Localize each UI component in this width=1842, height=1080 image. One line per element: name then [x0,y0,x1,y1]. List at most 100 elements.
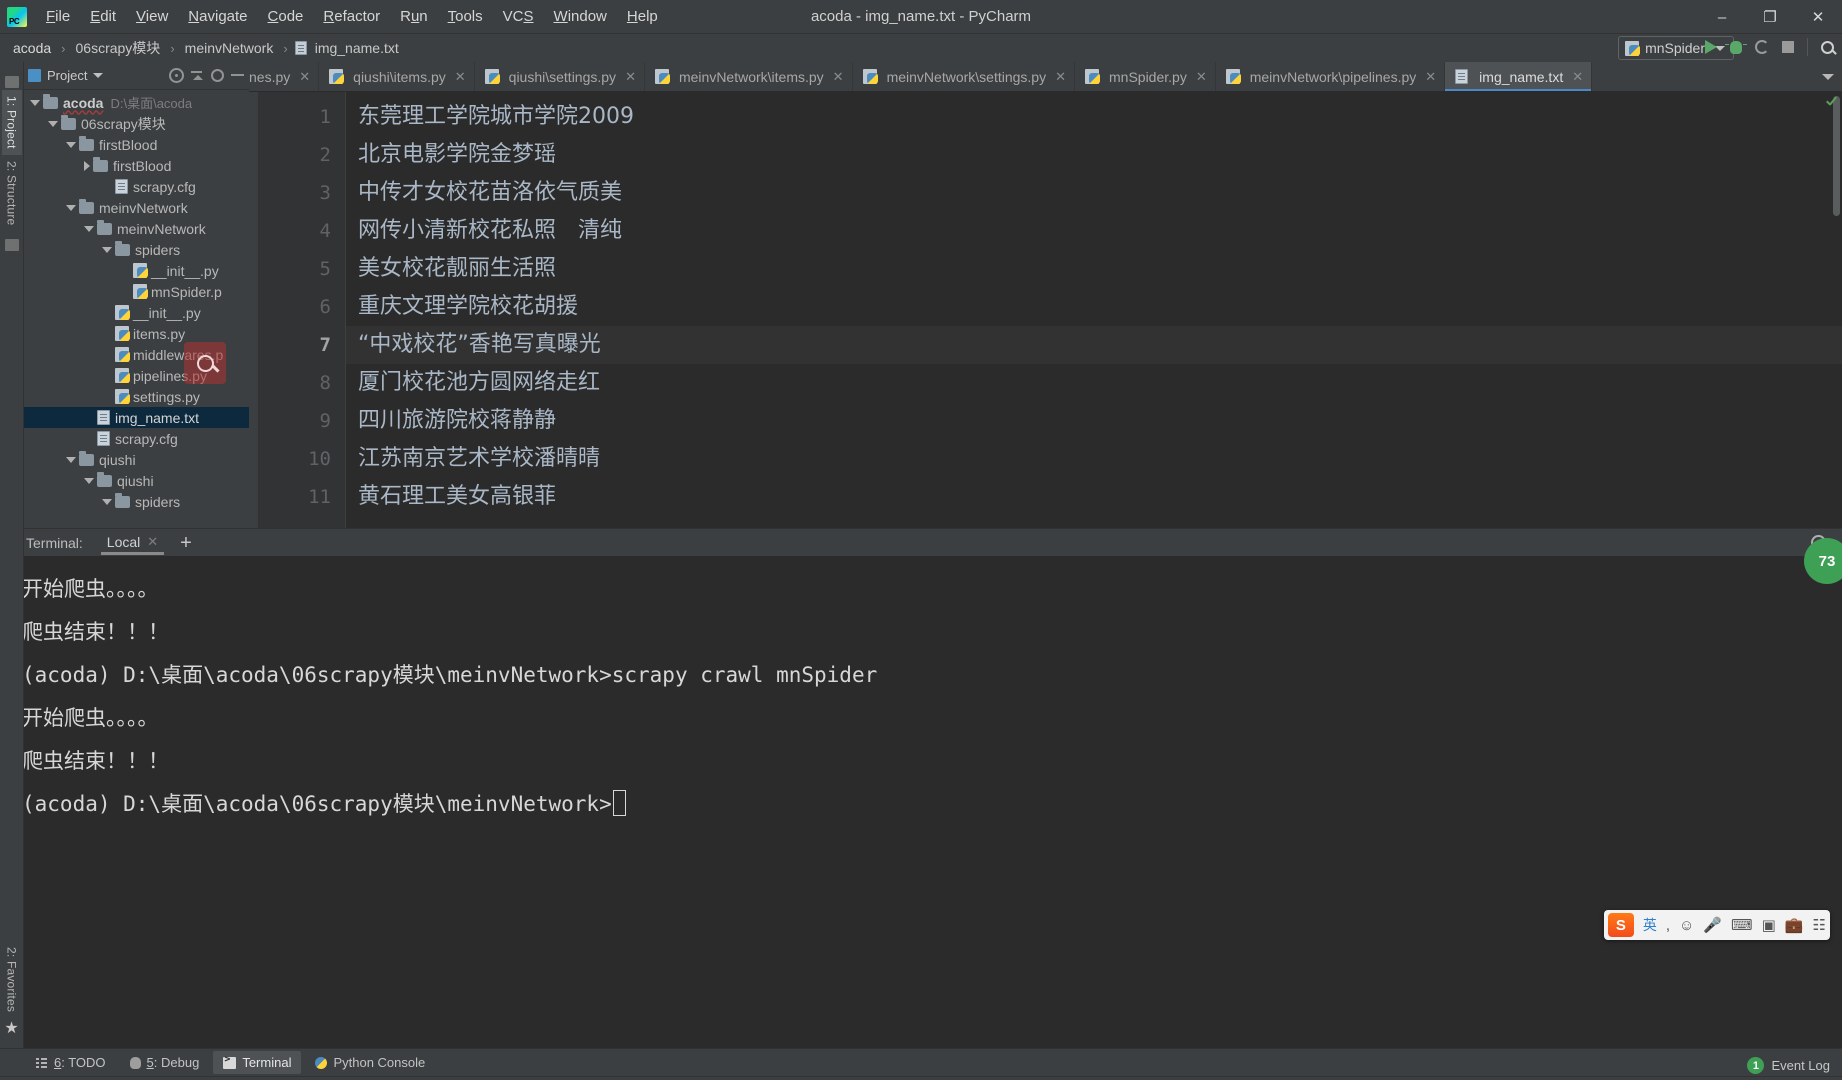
tree-node[interactable]: firstBlood [24,134,249,155]
menu-view[interactable]: View [126,4,178,29]
new-terminal-button[interactable]: + [180,533,192,553]
editor-tab[interactable]: img_name.txt ✕ [1445,62,1593,91]
tree-node[interactable]: firstBlood [24,155,249,176]
terminal-output[interactable]: 开始爬虫。。。。 爬虫结束！！！ (acoda) D:\桌面\acoda\06scr… [0,556,1842,1048]
tab-list-chevron-down-icon[interactable] [1816,62,1840,91]
tree-node[interactable]: items.py [24,323,249,344]
menu-run[interactable]: Run [390,4,438,29]
tree-node[interactable]: img_name.txt [24,407,249,428]
tree-node[interactable]: 06scrapy模块 [24,113,249,134]
chevron-down-icon[interactable] [30,99,40,106]
chevron-down-icon[interactable] [93,73,104,78]
chevron-down-icon[interactable] [66,204,76,211]
close-icon[interactable]: ✕ [1425,69,1436,85]
editor-tab[interactable]: nes.py ✕ [249,62,320,91]
tool-tab-favorites[interactable]: 2: Favorites [2,941,22,1018]
tree-node[interactable]: middlewares.p [24,344,249,365]
editor-line[interactable]: 中传才女校花苗洛依气质美 [346,174,1842,212]
editor-line[interactable]: 厦门校花池方圆网络走红 [346,364,1842,402]
tree-node[interactable]: __init__.py [24,302,249,323]
editor-line[interactable]: “中戏校花”香艳写真曝光 [346,326,1842,364]
chevron-down-icon[interactable] [102,246,112,253]
editor-line[interactable]: 江苏南京艺术学校潘晴晴 [346,440,1842,478]
terminal-tab-local[interactable]: Local ✕ [101,531,164,555]
tree-node[interactable]: qiushi [24,470,249,491]
close-icon[interactable]: ✕ [455,69,466,85]
grid-icon[interactable]: ☷ [1813,916,1826,934]
screenshot-icon[interactable]: ▣ [1762,916,1776,934]
hide-panel-icon[interactable] [230,68,245,83]
tree-node[interactable]: acoda D:\桌面\acoda [24,92,249,113]
chevron-down-icon[interactable] [84,477,94,484]
editor-tabs[interactable]: nes.py ✕ qiushi\items.py ✕ qiushi\settings.p… [249,62,1842,92]
editor-tab[interactable]: meinvNetwork\items.py ✕ [645,62,853,91]
tool-window-bar[interactable]: 6: TODO 5: Debug Terminal Python Console [0,1048,1842,1076]
editor-line[interactable]: 四川旅游院校蒋静静 [346,402,1842,440]
tree-node[interactable]: settings.py [24,386,249,407]
keyboard-icon[interactable]: ⌨ [1731,916,1753,934]
editor-tab[interactable]: qiushi\settings.py ✕ [475,62,645,91]
close-icon[interactable]: ✕ [1572,69,1583,85]
menu-vcs[interactable]: VCS [493,4,544,29]
menu-window[interactable]: Window [544,4,617,29]
editor-content[interactable]: 东莞理工学院城市学院2009 北京电影学院金梦瑶 中传才女校花苗洛依气质美 网传小清新… [346,92,1842,528]
tree-node[interactable]: mnSpider.p [24,281,249,302]
close-icon[interactable]: ✕ [1196,69,1207,85]
tool-window-button[interactable]: 5: Debug [120,1051,210,1074]
tool-window-button[interactable]: 6: TODO [26,1051,116,1074]
stop-icon[interactable] [1782,41,1794,53]
maximize-button[interactable]: ❐ [1746,0,1794,34]
editor-line[interactable]: 网传小清新校花私照 清纯 [346,212,1842,250]
ime-mode-label[interactable]: 英 [1643,915,1657,935]
chevron-right-icon[interactable] [84,160,90,171]
close-icon[interactable]: ✕ [625,69,636,85]
rerun-icon[interactable] [1755,40,1769,54]
locate-file-icon[interactable] [169,68,184,83]
editor-line[interactable]: 美女校花靓丽生活照 [346,250,1842,288]
tree-node[interactable]: spiders [24,239,249,260]
breadcrumb-item-acoda[interactable]: acoda [10,39,54,57]
main-menu[interactable]: File Edit View Navigate Code Refactor Ru… [36,4,668,29]
breadcrumb-item-img-name[interactable]: img_name.txt [312,39,402,57]
tree-node[interactable]: scrapy.cfg [24,428,249,449]
project-tree[interactable]: acoda D:\桌面\acoda 06scrapy模块 firstBlood firs… [24,90,249,528]
close-button[interactable]: ✕ [1794,0,1842,34]
tool-tab-structure[interactable]: 2: Structure [2,155,22,231]
chevron-down-icon[interactable] [102,498,112,505]
gear-icon[interactable] [211,69,224,82]
debug-icon[interactable] [1725,40,1747,54]
breadcrumb-item-scrapy-module[interactable]: 06scrapy模块 [73,37,164,59]
mic-icon[interactable]: 🎤 [1703,916,1722,934]
tool-window-button[interactable]: Python Console [305,1051,435,1074]
chevron-down-icon[interactable] [48,120,58,127]
breadcrumb-item-meinvnetwork[interactable]: meinvNetwork [182,39,277,57]
tree-node[interactable]: scrapy.cfg [24,176,249,197]
close-icon[interactable]: ✕ [299,69,310,85]
text-editor[interactable]: 1 2 3 4 5 6 7 8 9 10 11 东莞理工学院城市学院2009 北京电影学院金梦瑶 中传才… [249,92,1842,528]
menu-help[interactable]: Help [617,4,668,29]
editor-tab[interactable]: mnSpider.py ✕ [1075,62,1216,91]
comma-icon[interactable]: , [1666,917,1670,934]
chevron-down-icon[interactable] [84,225,94,232]
editor-scrollbar[interactable] [1833,96,1840,216]
smiley-icon[interactable]: ☺ [1679,917,1694,934]
tree-node[interactable]: __init__.py [24,260,249,281]
close-icon[interactable]: ✕ [147,534,158,550]
editor-tab[interactable]: meinvNetwork\settings.py ✕ [853,62,1075,91]
editor-line[interactable]: 黄石理工美女高银菲 [346,478,1842,516]
minimize-button[interactable]: – [1698,0,1746,34]
search-everywhere-icon[interactable] [1821,40,1834,54]
chevron-down-icon[interactable] [66,456,76,463]
menu-refactor[interactable]: Refactor [313,4,390,29]
editor-tab[interactable]: meinvNetwork\pipelines.py ✕ [1216,62,1446,91]
editor-line[interactable]: 重庆文理学院校花胡援 [346,288,1842,326]
editor-line[interactable]: 北京电影学院金梦瑶 [346,136,1842,174]
tree-node[interactable]: meinvNetwork [24,218,249,239]
sogou-ime-toolbar[interactable]: S 英 , ☺ 🎤 ⌨ ▣ 💼 ☷ [1603,910,1830,940]
chevron-down-icon[interactable] [66,141,76,148]
menu-navigate[interactable]: Navigate [178,4,257,29]
tree-node[interactable]: spiders [24,491,249,512]
menu-tools[interactable]: Tools [438,4,493,29]
collapse-all-icon[interactable] [190,68,205,83]
tool-window-button[interactable]: Terminal [213,1051,302,1074]
